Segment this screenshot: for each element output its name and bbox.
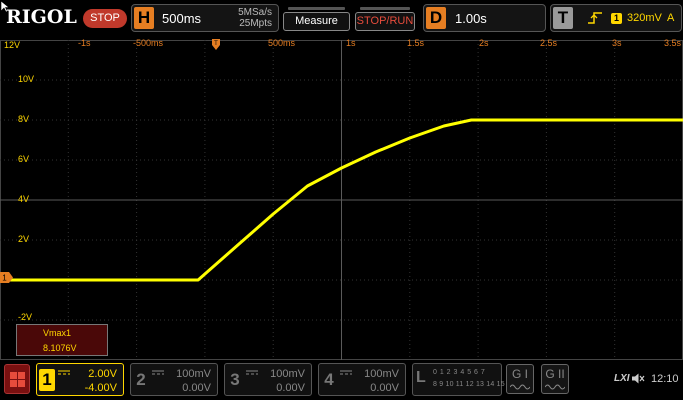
time-label: 500ms: [268, 38, 296, 48]
ground-marker-label: 1: [2, 274, 7, 283]
logic-channels-row-1: 0 1 2 3 4 5 6 7: [433, 369, 486, 376]
time-label: -500ms: [133, 38, 164, 48]
delay-badge: D: [426, 7, 446, 29]
clock: 12:10: [651, 373, 679, 385]
time-label: 3s: [612, 38, 622, 48]
time-label: -1s: [78, 38, 91, 48]
logic-analyzer-card[interactable]: L 0 1 2 3 4 5 6 7 8 9 10 11 12 13 14 15: [412, 363, 505, 396]
speaker-muted-icon[interactable]: [632, 373, 645, 384]
voltage-label: 12V: [4, 40, 21, 50]
trigger-source-channel: 1: [611, 13, 622, 24]
waveform-area[interactable]: -1s -500ms 500ms 1s 1.5s 2s 2.5s 3s 3.5s…: [0, 36, 683, 360]
voltage-label: 2V: [18, 234, 30, 244]
menu-grid-icon: [10, 380, 17, 387]
channel-4-card[interactable]: 4 100mV 0.00V: [318, 363, 406, 396]
time-label: 3.5s: [664, 38, 682, 48]
voltage-label: 4V: [18, 194, 30, 204]
dc-coupling-icon: [58, 370, 70, 375]
generator-2-button[interactable]: G II: [541, 364, 569, 394]
trigger-position-icon[interactable]: T: [212, 39, 220, 50]
time-label: 1.5s: [407, 38, 425, 48]
channel-4-offset: 0.00V: [370, 382, 399, 394]
main-menu-button[interactable]: [4, 364, 30, 394]
measurement-name: Vmax1: [43, 328, 72, 338]
channel-1-offset: -4.00V: [84, 382, 117, 394]
lxi-status: LXI: [614, 373, 630, 384]
channel-1-scale: 2.00V: [88, 368, 117, 380]
delay-value: 1.00s: [455, 11, 487, 26]
voltage-label: 6V: [18, 154, 30, 164]
generator-1-label: G I: [511, 367, 528, 381]
ch1-ground-marker-icon[interactable]: 1: [0, 272, 13, 283]
horizontal-panel[interactable]: H 500ms 5MSa/s 25Mpts: [131, 4, 279, 32]
sine-wave-icon: [510, 384, 530, 390]
stop-run-button[interactable]: STOP/RUN: [355, 7, 415, 31]
menu-grid-icon: [10, 372, 17, 379]
stop-run-button-label: STOP/RUN: [356, 15, 414, 27]
rigol-logo: RIGOL: [6, 6, 77, 28]
horizontal-badge: H: [134, 7, 154, 29]
generator-1-button[interactable]: G I: [506, 364, 534, 394]
measure-button[interactable]: Measure: [283, 7, 350, 31]
channel-3-card[interactable]: 3 100mV 0.00V: [224, 363, 312, 396]
stop-run-button-strip: [360, 7, 410, 10]
trigger-mode: A: [667, 12, 675, 24]
voltage-label: -2V: [18, 312, 33, 322]
channel-3-offset: 0.00V: [276, 382, 305, 394]
memory-depth: 25Mpts: [239, 18, 272, 29]
channel-1-number: 1: [39, 369, 55, 391]
voltage-label: 8V: [18, 114, 30, 124]
generator-2-label: G II: [545, 367, 565, 381]
delay-panel[interactable]: D 1.00s: [423, 4, 546, 32]
channel-4-scale: 100mV: [364, 368, 399, 380]
channel-1-card[interactable]: 1 2.00V -4.00V: [36, 363, 124, 396]
measure-button-strip: [288, 7, 345, 10]
sample-rate: 5MSa/s: [238, 7, 272, 18]
waveform-grid[interactable]: [0, 36, 683, 360]
dc-coupling-icon: [340, 370, 352, 375]
time-label: 2s: [479, 38, 489, 48]
bottom-bar: 1 2.00V -4.00V 2 100mV 0.00V 3 100mV 0.0…: [0, 360, 683, 400]
voltage-label: 10V: [18, 74, 35, 84]
trigger-panel[interactable]: T 1 320mV A: [550, 4, 682, 32]
time-label: 2.5s: [540, 38, 558, 48]
channel-3-scale: 100mV: [270, 368, 305, 380]
dc-coupling-icon: [152, 370, 164, 375]
dc-coupling-icon: [246, 370, 258, 375]
trigger-badge: T: [553, 7, 573, 29]
channel-3-number: 3: [230, 370, 240, 389]
run-state-badge[interactable]: STOP: [83, 9, 127, 28]
channel-2-number: 2: [136, 370, 146, 389]
logic-channels-row-2: 8 9 10 11 12 13 14 15: [433, 381, 505, 388]
time-label: 1s: [346, 38, 356, 48]
logic-analyzer-label: L: [416, 369, 426, 386]
measure-button-label: Measure: [295, 15, 338, 27]
measurement-value: 8.1076V: [43, 343, 77, 353]
channel-2-offset: 0.00V: [182, 382, 211, 394]
rising-edge-icon: [588, 12, 602, 24]
sine-wave-icon: [545, 384, 565, 390]
channel-4-number: 4: [324, 370, 334, 389]
measurement-box[interactable]: Vmax1 8.1076V: [16, 324, 108, 356]
menu-grid-icon: [18, 380, 25, 387]
timebase-value: 500ms: [162, 11, 202, 26]
menu-grid-icon: [18, 372, 25, 379]
channel-2-card[interactable]: 2 100mV 0.00V: [130, 363, 218, 396]
channel-2-scale: 100mV: [176, 368, 211, 380]
svg-text:T: T: [214, 41, 218, 47]
top-bar: RIGOL STOP H 500ms 5MSa/s 25Mpts Measure…: [0, 0, 683, 36]
trigger-level: 320mV: [627, 12, 662, 24]
